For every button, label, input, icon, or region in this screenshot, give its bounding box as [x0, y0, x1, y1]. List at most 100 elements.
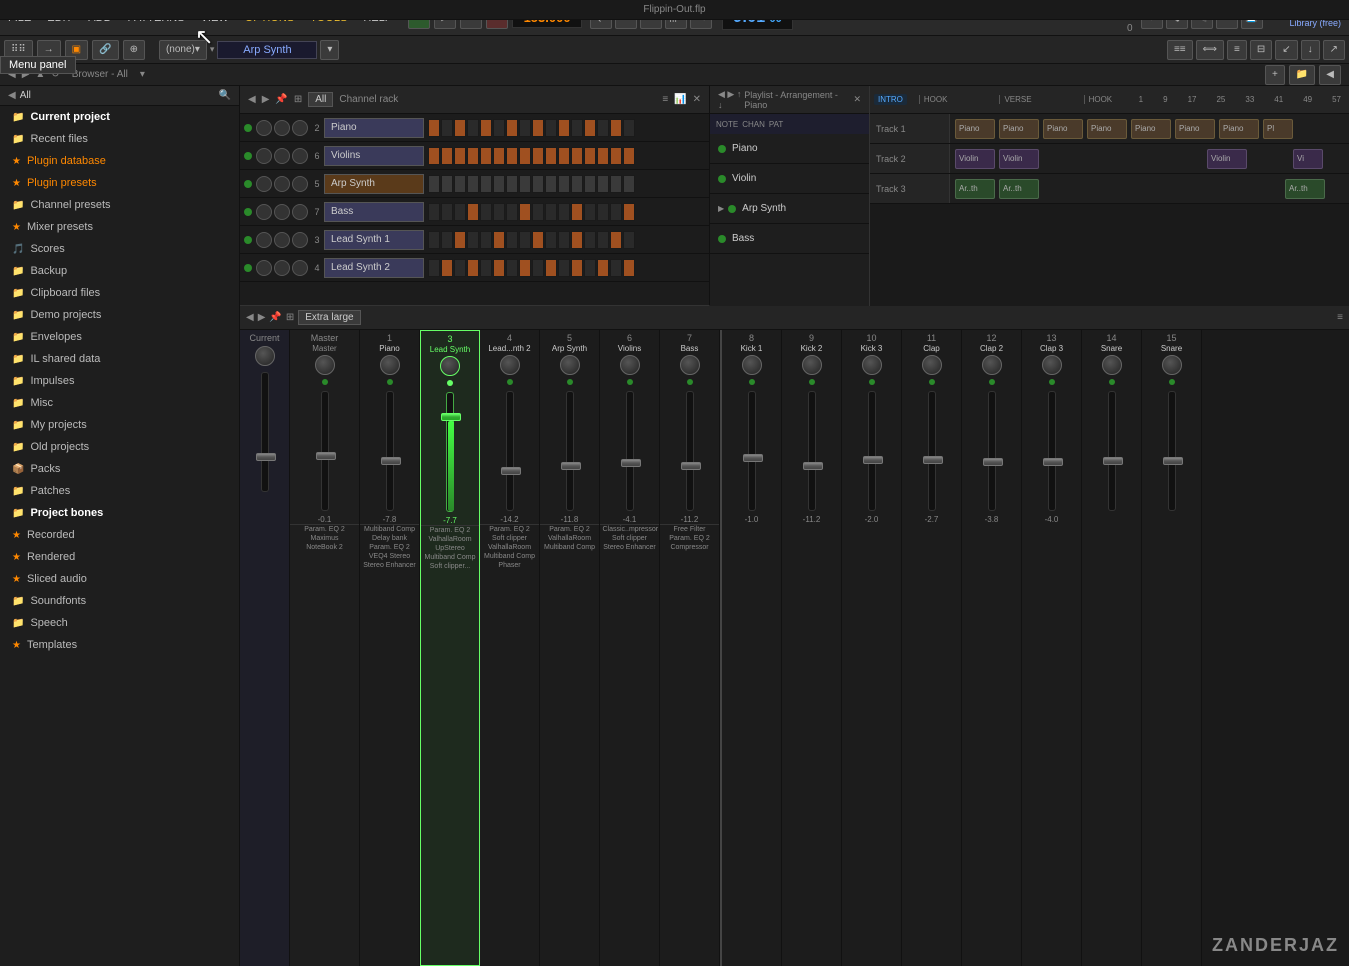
name-btn-piano[interactable]: Piano: [324, 118, 424, 138]
step[interactable]: [584, 147, 596, 165]
ch-effect[interactable]: Param. EQ 2: [302, 525, 346, 534]
step[interactable]: [571, 203, 583, 221]
track-seg[interactable]: Piano: [1131, 119, 1171, 139]
ch-effect[interactable]: Phaser: [496, 561, 522, 570]
ch-knob-8[interactable]: [742, 355, 762, 375]
sidebar-item-mixer-presets[interactable]: ★ Mixer presets: [0, 216, 239, 238]
mixer-ch-13[interactable]: 13 Clap 3 -4.0: [1022, 330, 1082, 966]
name-btn-lead2[interactable]: Lead Synth 2: [324, 258, 424, 278]
ch-effect[interactable]: Soft clipper: [490, 534, 529, 543]
sidebar-item-il-shared[interactable]: 📁 IL shared data: [0, 348, 239, 370]
sidebar-item-recent-files[interactable]: 📁 Recent files: [0, 128, 239, 150]
pan-bass[interactable]: [292, 204, 308, 220]
inst-row-arp-synth[interactable]: ▶ Arp Synth: [710, 194, 869, 224]
step[interactable]: [610, 203, 622, 221]
ch-knob-current[interactable]: [255, 346, 275, 366]
sidebar-item-recorded[interactable]: ★ Recorded: [0, 524, 239, 546]
ch-knob-4[interactable]: [500, 355, 520, 375]
step[interactable]: [506, 203, 518, 221]
rack-layout[interactable]: ⊞: [294, 94, 302, 105]
ch-fader-11[interactable]: [928, 391, 936, 511]
playlist-close[interactable]: ✕: [853, 94, 861, 105]
mixer-ch-5[interactable]: 5 Arp Synth -11.8 Param. EQ 2 ValhallaRo…: [540, 330, 600, 966]
toolbar2-2[interactable]: ⟺: [1196, 40, 1224, 60]
step[interactable]: [545, 259, 557, 277]
step[interactable]: [480, 203, 492, 221]
mixer-ch-7[interactable]: 7 Bass -11.2 Free Filter Param. EQ 2 Com…: [660, 330, 720, 966]
toolbar2-3[interactable]: ≡: [1227, 40, 1247, 60]
led-arp[interactable]: [244, 180, 252, 188]
ch-effect[interactable]: UpStereo: [433, 544, 467, 553]
ch-knob-1[interactable]: [380, 355, 400, 375]
step[interactable]: [467, 175, 479, 193]
step[interactable]: [506, 147, 518, 165]
ch-effect[interactable]: Soft clipper: [610, 534, 649, 543]
folder-btn[interactable]: 📁: [1289, 65, 1315, 85]
mixer-ch-10[interactable]: 10 Kick 3 -2.0: [842, 330, 902, 966]
led-bass[interactable]: [244, 208, 252, 216]
step[interactable]: [532, 119, 544, 137]
step[interactable]: [428, 147, 440, 165]
ch-effect[interactable]: Param. EQ 2: [428, 526, 472, 535]
step[interactable]: [532, 231, 544, 249]
mixer-size-label[interactable]: Extra large: [298, 310, 360, 325]
led-lead2[interactable]: [244, 264, 252, 272]
sidebar-item-project-bones[interactable]: 📁 Project bones: [0, 502, 239, 524]
step[interactable]: [558, 119, 570, 137]
step[interactable]: [545, 203, 557, 221]
ch-knob-12[interactable]: [982, 355, 1002, 375]
ch-effect[interactable]: Multiband Comp: [542, 543, 597, 552]
sidebar-item-old-projects[interactable]: 📁 Old projects: [0, 436, 239, 458]
sidebar-item-plugin-database[interactable]: ★ Plugin database: [0, 150, 239, 172]
pan-lead2[interactable]: [292, 260, 308, 276]
ch-knob-13[interactable]: [1042, 355, 1062, 375]
step[interactable]: [467, 147, 479, 165]
step[interactable]: [506, 231, 518, 249]
step[interactable]: [480, 259, 492, 277]
sidebar-item-impulses[interactable]: 📁 Impulses: [0, 370, 239, 392]
step[interactable]: [623, 259, 635, 277]
mute-lead2[interactable]: [274, 260, 290, 276]
ch-knob-9[interactable]: [802, 355, 822, 375]
step[interactable]: [610, 175, 622, 193]
step[interactable]: [428, 231, 440, 249]
toolbar2-1[interactable]: ≡≡: [1167, 40, 1193, 60]
led-lead1[interactable]: [244, 236, 252, 244]
pan-arp[interactable]: [292, 176, 308, 192]
mute-bass[interactable]: [274, 204, 290, 220]
mute-piano[interactable]: [274, 120, 290, 136]
step[interactable]: [480, 231, 492, 249]
step[interactable]: [545, 119, 557, 137]
sidebar-item-envelopes[interactable]: 📁 Envelopes: [0, 326, 239, 348]
sidebar-item-patches[interactable]: 📁 Patches: [0, 480, 239, 502]
stamp-btn[interactable]: ⊕: [123, 40, 145, 60]
step[interactable]: [584, 231, 596, 249]
inst-row-bass[interactable]: Bass: [710, 224, 869, 254]
track-seg[interactable]: Piano: [1219, 119, 1259, 139]
step[interactable]: [558, 231, 570, 249]
track-seg[interactable]: Piano: [955, 119, 995, 139]
step[interactable]: [506, 175, 518, 193]
solo-violins[interactable]: [256, 148, 272, 164]
mixer-ch-master[interactable]: Master Master -0.1 Param. EQ 2 Maximus N…: [290, 330, 360, 966]
synth-arrow[interactable]: ▾: [320, 40, 339, 60]
step[interactable]: [610, 147, 622, 165]
sidebar-item-my-projects[interactable]: 📁 My projects: [0, 414, 239, 436]
ch-effect[interactable]: ValhallaRoom: [546, 534, 593, 543]
step[interactable]: [428, 175, 440, 193]
led-piano[interactable]: [244, 124, 252, 132]
ch-fader-master[interactable]: [321, 391, 329, 511]
ch-effect[interactable]: Delay bank: [370, 534, 409, 543]
track-seg[interactable]: Piano: [1043, 119, 1083, 139]
sidebar-item-sliced-audio[interactable]: ★ Sliced audio: [0, 568, 239, 590]
inst-row-piano[interactable]: Piano: [710, 134, 869, 164]
track-seg[interactable]: Piano: [1175, 119, 1215, 139]
ch-effect[interactable]: Stereo Enhancer: [601, 543, 658, 552]
ch-knob-14[interactable]: [1102, 355, 1122, 375]
sidebar-item-clipboard[interactable]: 📁 Clipboard files: [0, 282, 239, 304]
ch-fader-6[interactable]: [626, 391, 634, 511]
step[interactable]: [584, 203, 596, 221]
track-seg[interactable]: Vi: [1293, 149, 1323, 169]
step[interactable]: [493, 119, 505, 137]
mixer-ch-6[interactable]: 6 Violins -4.1 Classic..mpressor Soft cl…: [600, 330, 660, 966]
